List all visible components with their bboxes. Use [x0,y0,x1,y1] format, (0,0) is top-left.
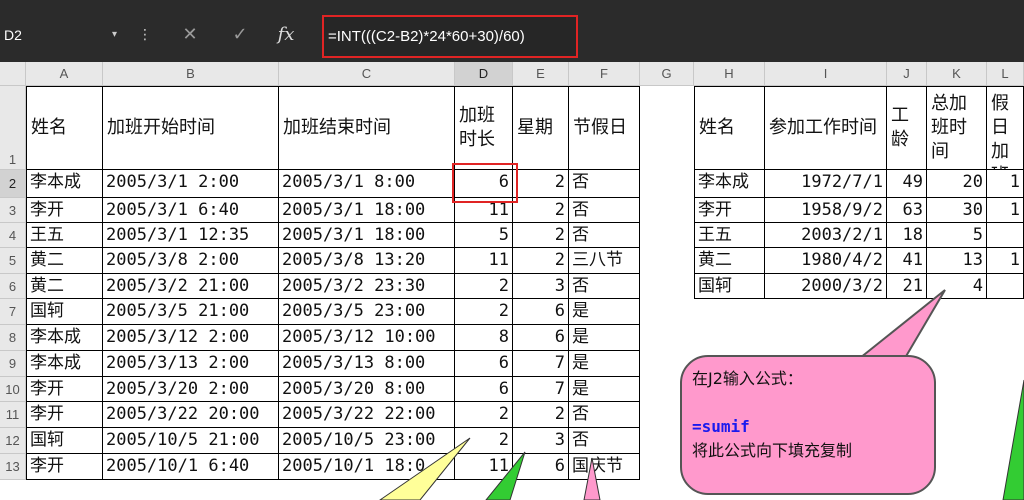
callout-note: 在J2输入公式： =sumif 将此公式向下填充复制 [680,355,936,495]
yellow-arrow [379,437,471,500]
green-arrow-right [1002,379,1024,500]
callout-formula: =sumif [692,417,750,436]
callout-pointer [857,289,946,359]
green-arrow [485,451,526,500]
callout-line-1: 在J2输入公式： [692,369,803,388]
pink-arrow [583,457,601,500]
callout-line-3: 将此公式向下填充复制 [692,441,853,460]
